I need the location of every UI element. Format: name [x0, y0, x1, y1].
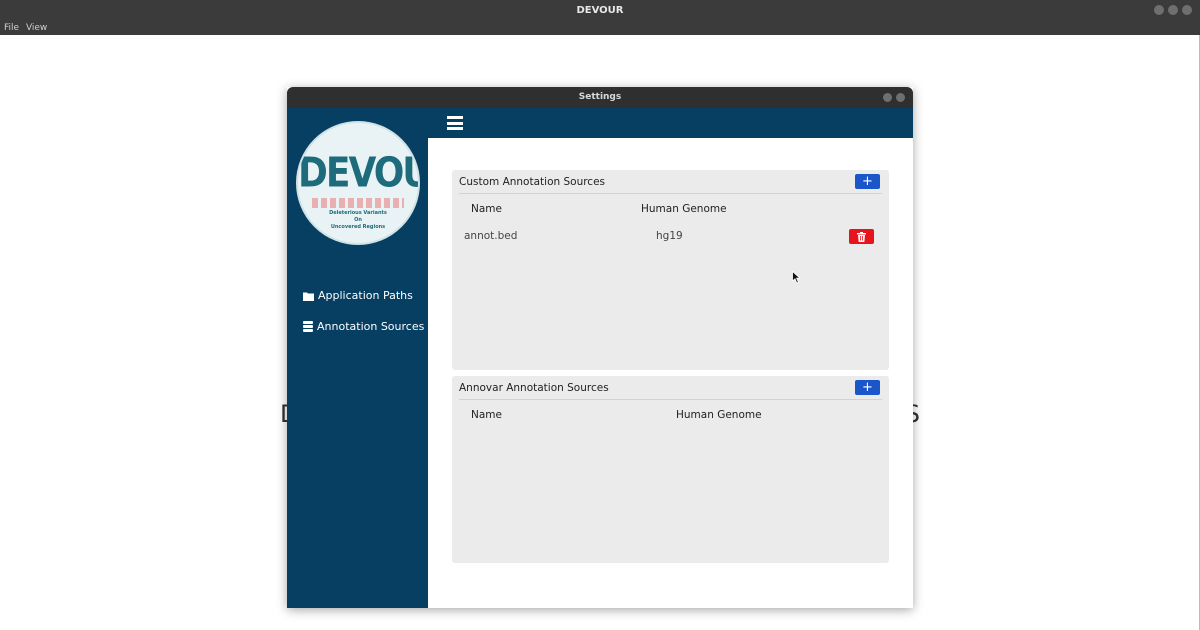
row-genome: hg19	[656, 230, 683, 242]
close-button[interactable]	[1182, 5, 1192, 15]
dialog-minimize-button[interactable]	[883, 93, 892, 102]
panel-title: Custom Annotation Sources	[459, 176, 606, 188]
menu-file[interactable]: File	[4, 21, 19, 35]
divider	[459, 193, 882, 194]
app-title: DEVOUR	[576, 5, 624, 16]
delete-source-button[interactable]	[849, 229, 874, 244]
column-header-name: Name	[471, 203, 502, 215]
logo-subtitle-line: Deleterious Variants	[329, 210, 387, 216]
logo-subtitle-line: Uncovered Regions	[330, 224, 386, 230]
mouse-cursor-icon	[792, 271, 801, 284]
sidebar: DEVOUR Deleterious Variants On Uncovered…	[287, 108, 428, 608]
divider	[459, 399, 882, 400]
column-header-name: Name	[471, 409, 502, 421]
maximize-button[interactable]	[1168, 5, 1178, 15]
trash-icon	[857, 231, 866, 242]
column-header-genome: Human Genome	[676, 409, 762, 421]
sidebar-item-annotation-sources[interactable]: Annotation Sources	[303, 320, 424, 333]
logo-word: DEVOUR	[298, 149, 418, 198]
hamburger-menu-icon[interactable]	[447, 116, 463, 130]
custom-annotation-panel: Custom Annotation Sources + Name Human G…	[452, 170, 889, 370]
database-icon	[303, 321, 313, 332]
top-toolbar	[428, 108, 913, 138]
logo-decoration	[312, 198, 404, 208]
logo-subtitle-line: On	[354, 217, 362, 223]
settings-dialog: Settings DEVOUR Deleterious Variants On …	[287, 87, 913, 608]
panel-title: Annovar Annotation Sources	[459, 382, 609, 394]
app-titlebar: DEVOUR	[0, 0, 1200, 21]
main-content: Custom Annotation Sources + Name Human G…	[428, 138, 913, 608]
column-header-genome: Human Genome	[641, 203, 727, 215]
dialog-title: Settings	[578, 92, 622, 102]
add-custom-source-button[interactable]: +	[855, 174, 880, 189]
menu-bar: File View	[0, 21, 1200, 35]
menu-view[interactable]: View	[26, 21, 47, 35]
dialog-close-button[interactable]	[896, 93, 905, 102]
logo-subtitle: Deleterious Variants On Uncovered Region…	[298, 210, 418, 231]
sidebar-item-application-paths[interactable]: Application Paths	[303, 289, 413, 302]
sidebar-item-label: Application Paths	[318, 289, 413, 302]
annovar-annotation-panel: Annovar Annotation Sources + Name Human …	[452, 376, 889, 563]
add-annovar-source-button[interactable]: +	[855, 380, 880, 395]
folder-icon	[303, 292, 314, 301]
dialog-window-controls	[883, 93, 905, 102]
minimize-button[interactable]	[1154, 5, 1164, 15]
dialog-titlebar: Settings	[287, 87, 913, 108]
row-name: annot.bed	[464, 230, 518, 242]
sidebar-item-label: Annotation Sources	[317, 320, 425, 333]
window-controls	[1154, 5, 1192, 15]
devour-logo: DEVOUR Deleterious Variants On Uncovered…	[296, 121, 420, 245]
